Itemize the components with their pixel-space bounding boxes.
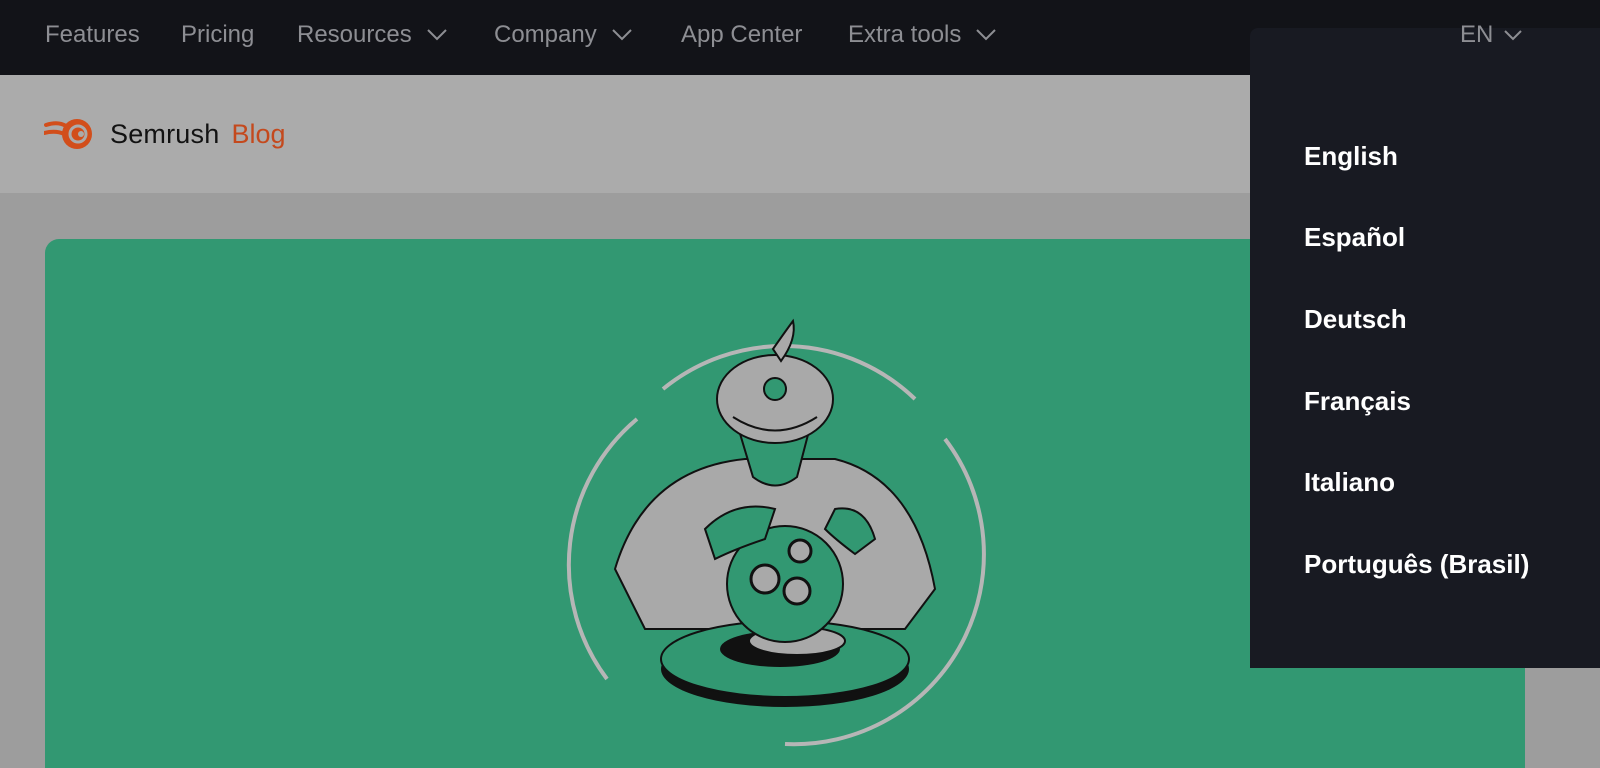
nav-item-label: Extra tools bbox=[848, 21, 962, 48]
nav-item-app-center[interactable]: App Center bbox=[681, 20, 802, 50]
chevron-down-icon bbox=[1504, 29, 1523, 40]
chevron-down-icon bbox=[612, 29, 632, 41]
nav-item-label: Pricing bbox=[181, 21, 255, 48]
logo-brand-text: Semrush bbox=[110, 118, 220, 149]
language-option-italiano[interactable]: Italiano bbox=[1304, 467, 1395, 498]
logo-section-text: Blog bbox=[231, 118, 286, 149]
nav-item-label: Resources bbox=[297, 21, 412, 48]
chevron-down-icon bbox=[427, 29, 447, 41]
language-current-label: EN bbox=[1460, 21, 1494, 48]
nav-item-extra-tools[interactable]: Extra tools bbox=[848, 20, 997, 50]
language-option-deutsch[interactable]: Deutsch bbox=[1304, 304, 1407, 335]
chevron-down-icon bbox=[976, 29, 997, 41]
semrush-fireball-icon bbox=[44, 119, 92, 149]
nav-item-resources[interactable]: Resources bbox=[297, 20, 448, 50]
semrush-blog-logo[interactable]: Semrush Blog bbox=[44, 116, 286, 152]
language-option-portugues-brasil[interactable]: Português (Brasil) bbox=[1304, 549, 1529, 580]
nav-item-label: App Center bbox=[681, 21, 803, 48]
nav-item-label: Company bbox=[494, 21, 597, 48]
nav-item-company[interactable]: Company bbox=[494, 20, 633, 50]
language-selector[interactable]: EN bbox=[1460, 20, 1523, 50]
language-option-francais[interactable]: Français bbox=[1304, 386, 1411, 417]
language-option-espanol[interactable]: Español bbox=[1304, 222, 1405, 253]
nav-item-features[interactable]: Features bbox=[45, 20, 140, 50]
language-option-english[interactable]: English bbox=[1304, 141, 1398, 172]
nav-item-pricing[interactable]: Pricing bbox=[181, 20, 254, 50]
nav-item-label: Features bbox=[45, 21, 140, 48]
